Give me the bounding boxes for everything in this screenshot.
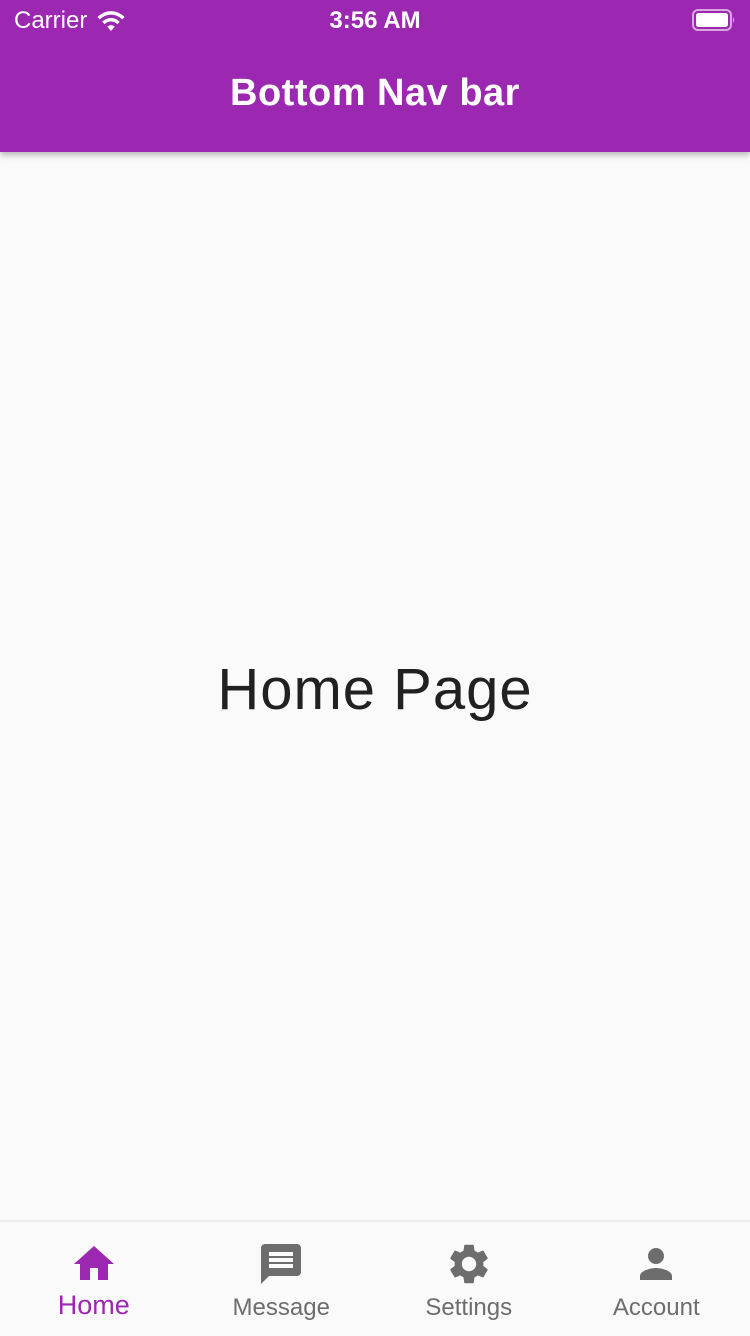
battery-icon	[692, 9, 736, 31]
message-icon	[257, 1240, 305, 1288]
status-time: 3:56 AM	[0, 7, 750, 35]
person-icon	[632, 1240, 680, 1288]
nav-label-settings: Settings	[375, 1294, 563, 1322]
home-icon	[70, 1240, 118, 1288]
nav-label-account: Account	[563, 1294, 750, 1322]
nav-label-message: Message	[188, 1294, 376, 1322]
nav-label-home: Home	[0, 1290, 188, 1321]
nav-item-message[interactable]: Message	[188, 1222, 376, 1336]
nav-item-account[interactable]: Account	[563, 1222, 750, 1336]
app-bar: Carrier 3:56 AM Bottom Nav bar	[0, 0, 750, 152]
status-bar: Carrier 3:56 AM	[0, 0, 750, 40]
gear-icon	[445, 1240, 493, 1288]
page-title: Bottom Nav bar	[0, 72, 750, 115]
nav-item-settings[interactable]: Settings	[375, 1222, 563, 1336]
bottom-navigation: Home Message Settings Account	[0, 1220, 750, 1336]
home-page-label: Home Page	[0, 656, 750, 723]
nav-item-home[interactable]: Home	[0, 1222, 188, 1336]
